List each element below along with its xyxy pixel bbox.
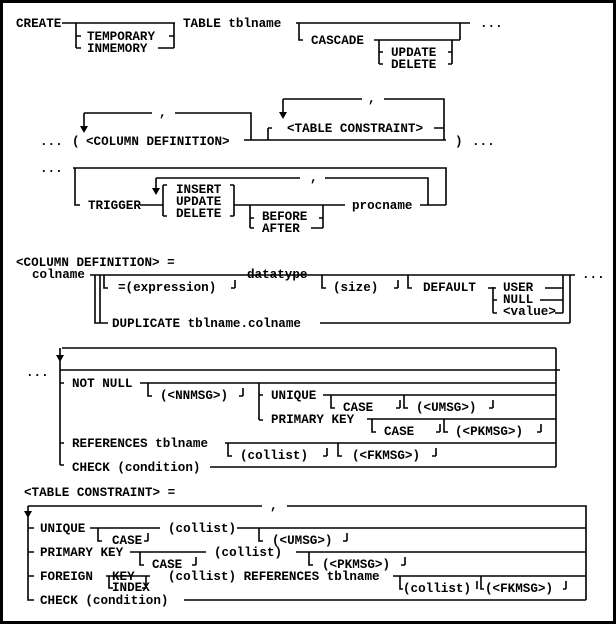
option-collist: (collist) [240, 449, 308, 463]
continuation: ... [480, 17, 503, 31]
keyword-default: DEFAULT [423, 281, 476, 295]
diagram-lines [24, 22, 587, 601]
left-paren: ( [72, 135, 80, 149]
repeat-comma: , [159, 106, 167, 120]
option-references: REFERENCES tblname [72, 437, 208, 451]
right-paren: ) [455, 135, 463, 149]
datatype: datatype [247, 268, 307, 282]
syntax-diagram: CREATE TEMPORARY INMEMORY TABLE tblname … [0, 0, 616, 624]
repeat-comma: , [368, 92, 376, 106]
colname: colname [32, 268, 85, 282]
column-definition-ref: <COLUMN DEFINITION> [86, 135, 230, 149]
option-index: INDEX [112, 581, 150, 595]
option-fkmsg: (<FKMSG>) [485, 582, 553, 596]
continuation: ... [40, 162, 63, 176]
option-primary-key: PRIMARY KEY [40, 546, 124, 560]
collist: (collist) [214, 546, 282, 560]
option-duplicate: DUPLICATE tblname.colname [112, 317, 301, 331]
create-table-row: CREATE TEMPORARY INMEMORY TABLE tblname … [16, 17, 503, 72]
option-not-null: NOT NULL [72, 377, 132, 391]
keyword-trigger: TRIGGER [88, 199, 141, 213]
repeat-comma: , [270, 499, 278, 513]
option-pkmsg: (<PKMSG>) [455, 425, 523, 439]
option-check: CHECK (condition) [40, 594, 168, 608]
option-case: CASE [384, 425, 415, 439]
option-inmemory: INMEMORY [87, 42, 148, 56]
continuation: ... [472, 135, 495, 149]
table-constraint-ref: <TABLE CONSTRAINT> [287, 122, 423, 136]
option-cascade: CASCADE [311, 34, 364, 48]
references-clause: (collist) REFERENCES tblname [168, 570, 380, 584]
option-collist: (collist) [403, 582, 471, 596]
option-delete: DELETE [391, 58, 437, 72]
section-title: <TABLE CONSTRAINT> = [24, 486, 175, 500]
syntax-diagram-canvas: CREATE TEMPORARY INMEMORY TABLE tblname … [16, 17, 605, 608]
repeat-comma: , [310, 171, 318, 185]
option-unique: UNIQUE [40, 522, 86, 536]
collist: (collist) [168, 522, 236, 536]
option-nnmsg: (<NNMSG>) [160, 389, 228, 403]
procname: procname [352, 199, 412, 213]
trigger-row: ... TRIGGER , INSERT UPDATE DELETE BEFOR… [40, 162, 412, 236]
option-foreign: FOREIGN [40, 570, 93, 584]
option-check: CHECK (condition) [72, 461, 200, 475]
continuation: ... [582, 268, 605, 282]
keyword-table: TABLE tblname [183, 17, 281, 31]
option-after: AFTER [262, 222, 300, 236]
option-unique: UNIQUE [271, 389, 317, 403]
option-fkmsg: (<FKMSG>) [352, 449, 420, 463]
option-value: <value> [503, 305, 556, 319]
continuation: ... [26, 366, 49, 380]
option-expression: =(expression) [118, 281, 216, 295]
option-delete: DELETE [176, 207, 222, 221]
keyword-create: CREATE [16, 17, 62, 31]
continuation: ... [40, 135, 63, 149]
option-primary-key: PRIMARY KEY [271, 413, 355, 427]
option-umsg: (<UMSG>) [416, 401, 476, 415]
option-size: (size) [333, 281, 378, 295]
table-constraint-section: <TABLE CONSTRAINT> = , UNIQUE CASE (coll… [24, 486, 553, 608]
column-definition-section: <COLUMN DEFINITION> = colname =(expressi… [16, 256, 605, 331]
